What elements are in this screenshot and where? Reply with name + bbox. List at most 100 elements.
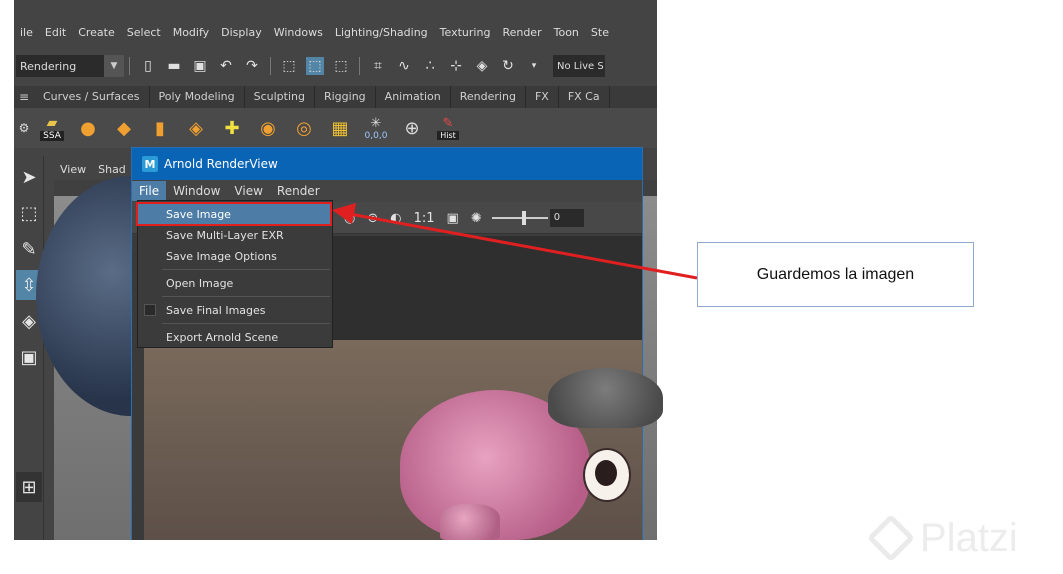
select-object-icon[interactable]: ⬚	[306, 57, 324, 75]
maya-logo-icon: M	[142, 156, 158, 172]
viewport-menu-view[interactable]: View	[54, 163, 92, 176]
platzi-watermark: Platzi	[866, 513, 1054, 563]
menu-item-save-image-options[interactable]: Save Image Options	[138, 246, 332, 267]
menu-separator	[162, 296, 330, 297]
layout-icon[interactable]: ⊞	[16, 472, 42, 502]
paint-tool-icon[interactable]: ✎	[16, 234, 42, 264]
renderview-title: Arnold RenderView	[164, 157, 278, 171]
tab-rendering[interactable]: Rendering	[451, 86, 526, 108]
asterisk-icon: ✳	[370, 115, 382, 131]
callout-text: Guardemos la imagen	[756, 265, 915, 283]
tab-curves-surfaces[interactable]: Curves / Surfaces	[34, 86, 150, 108]
status-line: Rendering ▼ ▯ ▬ ▣ ↶ ↷ ⬚ ⬚ ⬚ ⌗ ∿ ∴ ⊹ ◈ ↻ …	[14, 52, 657, 80]
scale-tool-icon[interactable]: ▣	[16, 342, 42, 372]
save-scene-icon[interactable]: ▣	[191, 57, 209, 75]
tab-rigging[interactable]: Rigging	[315, 86, 376, 108]
menu-item-save-final-images[interactable]: Save Final Images	[138, 300, 332, 321]
snap-grid-icon[interactable]: ⌗	[369, 57, 387, 75]
exposure-slider-track-right[interactable]	[525, 217, 548, 219]
new-scene-icon[interactable]: ▯	[139, 57, 157, 75]
aov-icon[interactable]: ◉	[344, 211, 355, 226]
sparkle-icon[interactable]: ✳ 0,0,0	[361, 113, 391, 143]
menu-set-dropdown[interactable]: Rendering ▼	[16, 55, 124, 77]
chevron-down-icon: ▼	[104, 55, 124, 77]
snapshot-icon[interactable]: ⊕	[397, 113, 427, 143]
menu-stereo[interactable]: Ste	[585, 26, 615, 39]
viewport-menu-shading[interactable]: Shad	[92, 163, 132, 176]
exposure-value-field[interactable]: 0	[549, 209, 584, 227]
menu-render[interactable]: Render	[496, 26, 547, 39]
watermark-text: Platzi	[920, 515, 1018, 560]
highlight-box	[136, 202, 332, 226]
toolbox: ➤ ⬚ ✎ ⇳ ◈ ▣ ⊞	[14, 156, 44, 540]
snap-curve-icon[interactable]: ∿	[395, 57, 413, 75]
ratio-label[interactable]: 1:1	[414, 211, 435, 226]
menu-texturing[interactable]: Texturing	[434, 26, 497, 39]
renderview-menu-window[interactable]: Window	[166, 184, 227, 198]
undo-icon[interactable]: ↶	[217, 57, 235, 75]
snap-surface-icon[interactable]: ◈	[473, 57, 491, 75]
menu-separator	[162, 323, 330, 324]
sphere-icon[interactable]: ●	[73, 113, 103, 143]
shelf-menu-icon[interactable]: ≡	[14, 90, 34, 104]
renderview-menu-file[interactable]: File	[132, 181, 167, 201]
snap-point-icon[interactable]: ∴	[421, 57, 439, 75]
exposure-icon[interactable]: ✺	[471, 211, 482, 226]
select-tool-icon[interactable]: ➤	[16, 162, 42, 192]
grid-icon[interactable]: ▦	[325, 113, 355, 143]
menu-lighting-shading[interactable]: Lighting/Shading	[329, 26, 434, 39]
exposure-slider-track[interactable]	[491, 217, 522, 219]
redo-icon[interactable]: ↷	[243, 57, 261, 75]
cube-icon[interactable]: ◆	[109, 113, 139, 143]
menu-toon[interactable]: Toon	[548, 26, 585, 39]
menu-modify[interactable]: Modify	[167, 26, 215, 39]
menu-edit[interactable]: Edit	[39, 26, 72, 39]
renderview-titlebar: M Arnold RenderView	[132, 148, 642, 180]
plane-icon[interactable]: ◈	[181, 113, 211, 143]
tab-poly-modeling[interactable]: Poly Modeling	[150, 86, 245, 108]
tab-animation[interactable]: Animation	[376, 86, 451, 108]
snap-view-icon[interactable]: ⊹	[447, 57, 465, 75]
folder-icon: ▰	[46, 115, 58, 131]
tab-sculpting[interactable]: Sculpting	[245, 86, 315, 108]
pencil-icon: ✎	[442, 116, 454, 131]
menu-item-open-image[interactable]: Open Image	[138, 273, 332, 294]
callout-box: Guardemos la imagen	[697, 242, 974, 307]
menu-create[interactable]: Create	[72, 26, 121, 39]
menu-item-save-multilayer-exr[interactable]: Save Multi-Layer EXR	[138, 225, 332, 246]
dropdown-arrow-icon[interactable]: ▾	[525, 57, 543, 75]
menu-display[interactable]: Display	[215, 26, 268, 39]
renderview-menu-render[interactable]: Render	[270, 184, 327, 198]
hist-icon[interactable]: ✎ Hist	[433, 113, 463, 143]
character-pupil	[595, 460, 617, 486]
tab-fx-caching[interactable]: FX Ca	[559, 86, 610, 108]
toolbar-divider	[270, 57, 271, 75]
light-icon[interactable]: ✚	[217, 113, 247, 143]
cylinder-icon[interactable]: ▮	[145, 113, 175, 143]
renderview-menu-view[interactable]: View	[227, 184, 269, 198]
ipr-icon[interactable]: ◎	[289, 113, 319, 143]
menu-file[interactable]: ile	[14, 26, 39, 39]
tab-fx[interactable]: FX	[526, 86, 559, 108]
snap-live-icon[interactable]: ↻	[499, 57, 517, 75]
live-surface-field[interactable]: No Live S	[553, 55, 605, 77]
character-hand	[440, 504, 500, 540]
select-component-icon[interactable]: ⬚	[332, 57, 350, 75]
gear-icon[interactable]: ⚙	[14, 121, 34, 135]
render-icon[interactable]: ◉	[253, 113, 283, 143]
hist-label: Hist	[437, 131, 459, 140]
open-scene-icon[interactable]: ▬	[165, 57, 183, 75]
lasso-tool-icon[interactable]: ⬚	[16, 198, 42, 228]
menu-select[interactable]: Select	[121, 26, 167, 39]
frame-icon[interactable]: ▣	[447, 211, 459, 226]
menu-item-export-arnold-scene[interactable]: Export Arnold Scene	[138, 327, 332, 348]
ssa-folder-icon[interactable]: ▰ SSA	[37, 113, 67, 143]
menu-set-label: Rendering	[20, 59, 77, 73]
menu-windows[interactable]: Windows	[268, 26, 329, 39]
crop-icon[interactable]: ◐	[390, 211, 401, 226]
select-hierarchy-icon[interactable]: ⬚	[280, 57, 298, 75]
rgb-channel-icon[interactable]: ⊚	[367, 211, 378, 226]
toolbar-divider	[359, 57, 360, 75]
character-hat	[548, 368, 663, 428]
tutorial-screenshot: ile Edit Create Select Modify Display Wi…	[0, 0, 1063, 574]
